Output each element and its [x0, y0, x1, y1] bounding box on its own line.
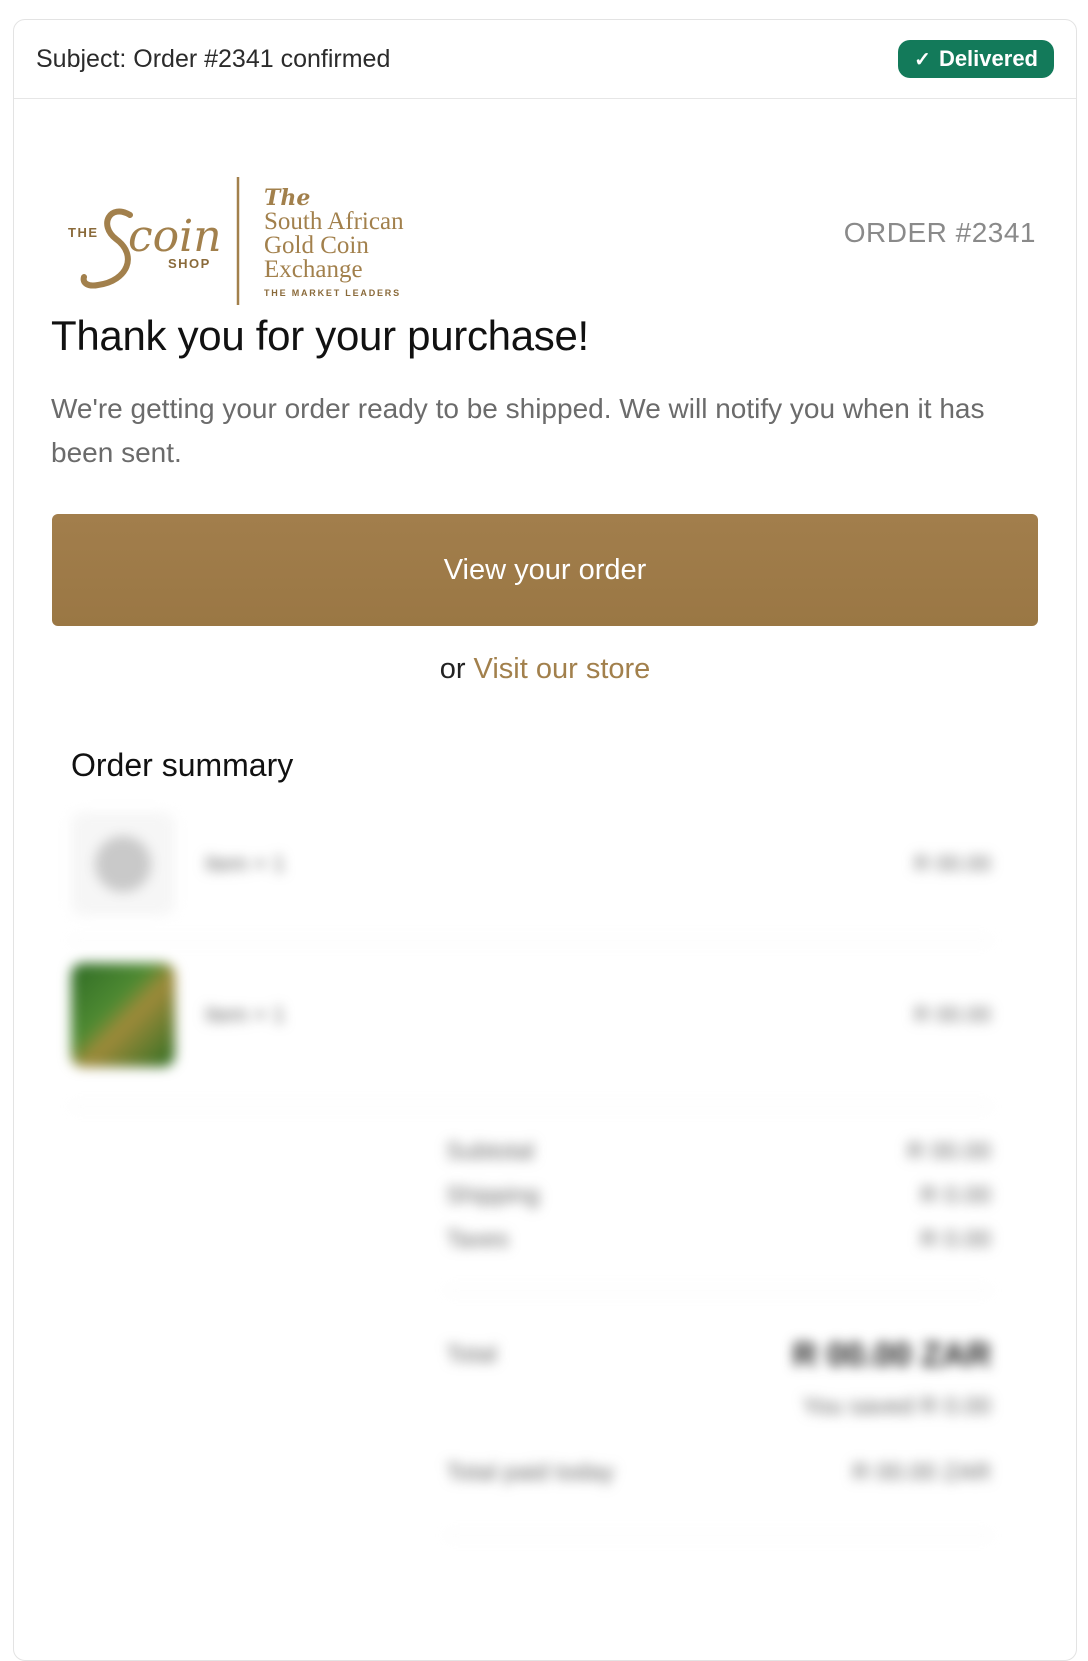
product-name: Item × 1	[205, 1002, 286, 1027]
store-logo[interactable]: THE coin SHOP The South African Gold Coi…	[68, 167, 428, 307]
list-item: Item × 1 R 00.00	[71, 963, 991, 1067]
product-price: R 00.00	[913, 851, 991, 876]
subtotal-row: Subtotal R 00.00	[446, 1130, 991, 1174]
order-number: ORDER #2341	[843, 217, 1036, 248]
taxes-label: Taxes	[446, 1226, 509, 1253]
divider	[446, 1535, 991, 1536]
svg-text:THE: THE	[68, 225, 99, 240]
divider	[446, 1290, 991, 1291]
order-message: We're getting your order ready to be shi…	[51, 393, 985, 468]
paid-label: Total paid today	[446, 1459, 615, 1486]
email-subject: Subject: Order #2341 confirmed	[36, 44, 391, 73]
svg-text:Exchange: Exchange	[264, 256, 363, 283]
page-title: Thank you for your purchase!	[51, 312, 589, 359]
product-price: R 00.00	[913, 1002, 991, 1027]
taxes-value: R 0.00	[920, 1226, 991, 1253]
total-value: R 00.00 ZAR	[792, 1335, 991, 1374]
paid-value: R 00.00 ZAR	[852, 1459, 991, 1486]
subtotal-label: Subtotal	[446, 1138, 535, 1165]
shipping-row: Shipping R 0.00	[446, 1174, 991, 1218]
svg-text:coin: coin	[128, 211, 222, 262]
product-image	[71, 812, 175, 916]
status-label: Delivered	[938, 46, 1038, 71]
or-label: or	[439, 653, 466, 685]
total-label: Total	[446, 1341, 497, 1368]
divider	[71, 940, 991, 941]
saved-row: You saved R 0.00	[446, 1385, 991, 1429]
total-row: Total R 00.00 ZAR	[446, 1325, 991, 1385]
product-image	[71, 963, 175, 1067]
divider	[71, 1106, 991, 1107]
saved-text: You saved R 0.00	[802, 1393, 991, 1420]
view-order-button[interactable]: View your order	[52, 514, 1038, 626]
shipping-value: R 0.00	[920, 1182, 991, 1209]
checkmark-icon: ✓	[914, 48, 931, 71]
list-item: Item × 1 R 00.00	[71, 812, 991, 916]
totals-block: Subtotal R 00.00 Shipping R 0.00 Taxes R…	[446, 1130, 991, 1262]
svg-text:South African: South African	[264, 208, 404, 235]
store-link-row: or Visit our store	[14, 653, 1076, 686]
grand-total-block: Total R 00.00 ZAR You saved R 0.00 Total…	[446, 1325, 991, 1495]
order-summary-title: Order summary	[71, 747, 294, 783]
coin-shop-logo: THE coin SHOP	[68, 208, 222, 289]
svg-text:THE MARKET LEADERS: THE MARKET LEADERS	[264, 288, 401, 298]
exchange-logo: The South African Gold Coin Exchange THE…	[264, 185, 404, 298]
status-badge: ✓ Delivered	[898, 40, 1054, 78]
product-name: Item × 1	[205, 851, 286, 876]
visit-store-link[interactable]: Visit our store	[474, 653, 651, 685]
email-card: Subject: Order #2341 confirmed ✓ Deliver…	[13, 19, 1077, 1661]
shipping-label: Shipping	[446, 1182, 540, 1209]
logo-row: THE coin SHOP The South African Gold Coi…	[14, 99, 1076, 305]
taxes-row: Taxes R 0.00	[446, 1218, 991, 1262]
svg-text:SHOP: SHOP	[168, 256, 211, 271]
subject-bar: Subject: Order #2341 confirmed ✓ Deliver…	[14, 20, 1076, 99]
paid-row: Total paid today R 00.00 ZAR	[446, 1451, 991, 1495]
svg-text:Gold Coin: Gold Coin	[264, 232, 369, 259]
subtotal-value: R 00.00	[906, 1138, 991, 1165]
